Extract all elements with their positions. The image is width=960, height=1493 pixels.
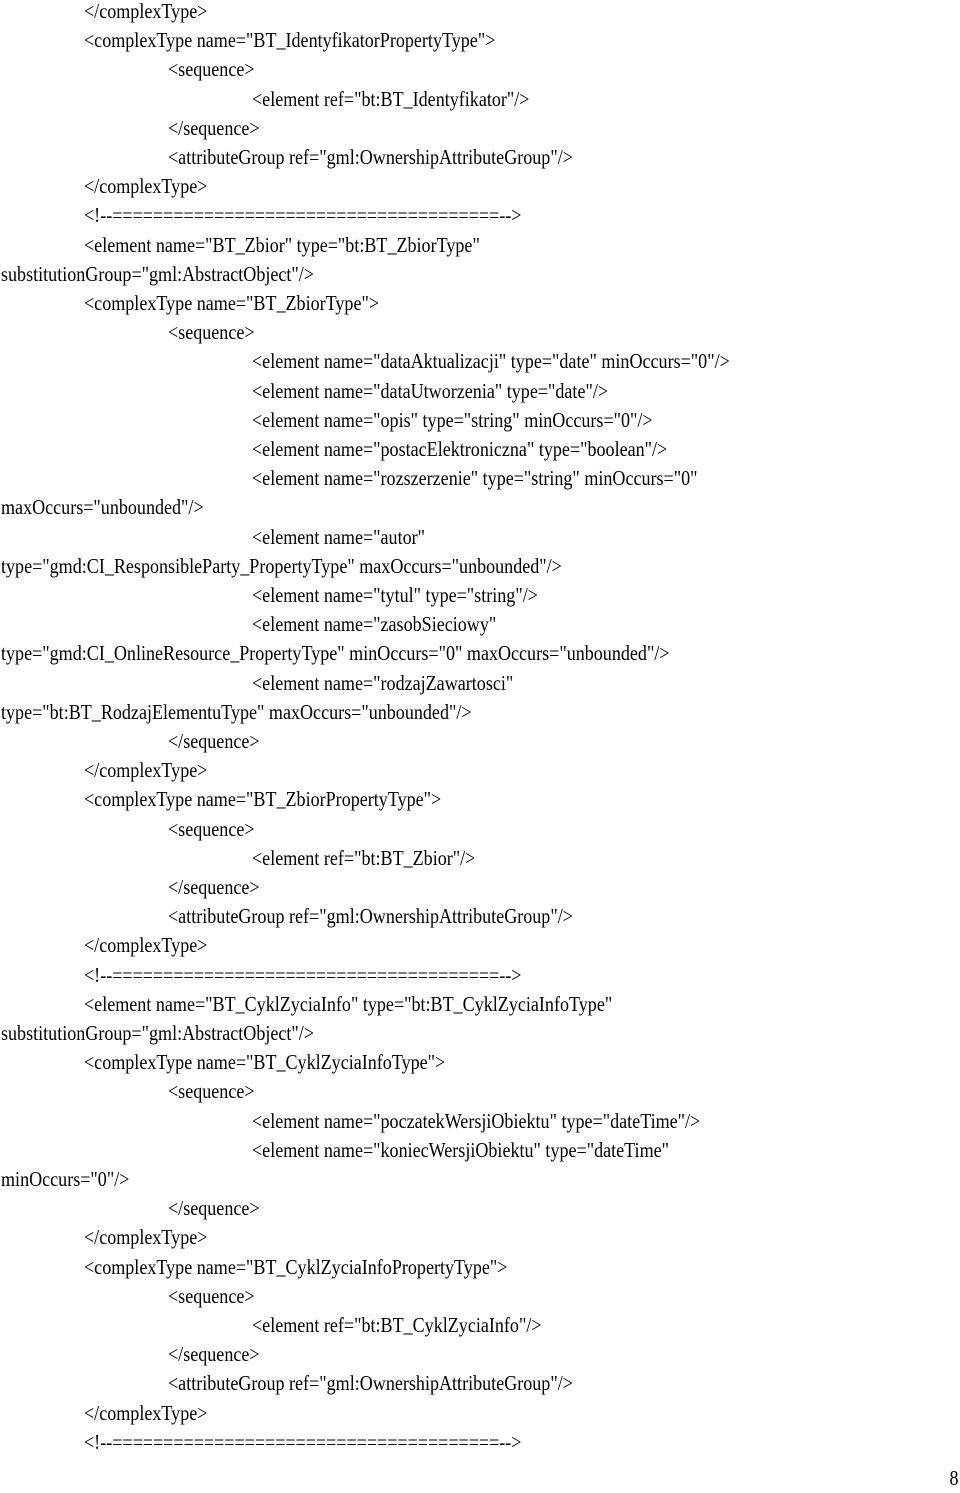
code-line: <sequence> <box>168 1079 255 1104</box>
code-line: type="gmd:CI_OnlineResource_PropertyType… <box>1 641 670 666</box>
code-line: type="bt:BT_RodzajElementuType" maxOccur… <box>1 699 472 724</box>
code-line: </complexType> <box>84 1225 208 1250</box>
code-line: <element name="BT_Zbior" type="bt:BT_Zbi… <box>84 232 480 257</box>
code-line: <element name="poczatekWersjiObiektu" ty… <box>252 1108 701 1133</box>
code-line: type="gmd:CI_ResponsibleParty_PropertyTy… <box>1 553 562 578</box>
code-line: </complexType> <box>84 0 208 23</box>
code-line: <complexType name="BT_ZbiorPropertyType"… <box>84 787 442 812</box>
code-line: <element name="tytul" type="string"/> <box>252 583 538 607</box>
code-line: <sequence> <box>168 320 255 345</box>
code-line: <element name="zasobSieciowy" <box>252 612 497 637</box>
code-line: maxOccurs="unbounded"/> <box>1 495 204 520</box>
code-line: </complexType> <box>84 1400 208 1425</box>
code-line: <element name="dataUtworzenia" type="dat… <box>252 378 609 403</box>
code-line: </sequence> <box>168 875 260 899</box>
code-line: <sequence> <box>168 816 255 841</box>
code-line: </sequence> <box>168 729 260 753</box>
code-line: <element name="koniecWersjiObiektu" type… <box>252 1137 670 1162</box>
code-line: <attributeGroup ref="gml:OwnershipAttrib… <box>168 1371 573 1396</box>
code-line: minOccurs="0"/> <box>1 1167 130 1191</box>
code-line: </sequence> <box>168 1196 260 1221</box>
code-line: </complexType> <box>84 758 208 783</box>
code-line: <!--====================================… <box>84 1429 522 1454</box>
code-line: <element ref="bt:BT_CyklZyciaInfo"/> <box>252 1313 542 1337</box>
code-line: <element name="BT_CyklZyciaInfo" type="b… <box>84 991 613 1016</box>
code-line: <!--====================================… <box>84 962 522 987</box>
code-line: <element ref="bt:BT_Zbior"/> <box>252 845 476 870</box>
code-line: <sequence> <box>168 57 255 82</box>
code-line: <attributeGroup ref="gml:OwnershipAttrib… <box>168 904 573 929</box>
code-line: substitutionGroup="gml:AbstractObject"/> <box>1 261 315 286</box>
code-line: </complexType> <box>84 933 208 958</box>
code-line: <element name="autor" <box>252 524 426 549</box>
code-line: <element name="dataAktualizacji" type="d… <box>252 349 730 374</box>
code-line: <element ref="bt:BT_Identyfikator"/> <box>252 86 530 111</box>
code-line: <!--====================================… <box>84 203 522 228</box>
code-line: <complexType name="BT_ZbiorType"> <box>84 291 380 315</box>
code-line: </complexType> <box>84 174 208 199</box>
code-line: <element name="rozszerzenie" type="strin… <box>252 466 698 491</box>
code-line: <complexType name="BT_IdentyfikatorPrope… <box>84 28 496 53</box>
code-line: <element name="postacElektroniczna" type… <box>252 437 668 461</box>
code-line: </sequence> <box>168 115 260 140</box>
code-line: <attributeGroup ref="gml:OwnershipAttrib… <box>168 145 573 169</box>
code-line: <complexType name="BT_CyklZyciaInfoType"… <box>84 1050 446 1075</box>
code-line: <complexType name="BT_CyklZyciaInfoPrope… <box>84 1254 508 1279</box>
code-line: substitutionGroup="gml:AbstractObject"/> <box>1 1021 315 1045</box>
code-line: <element name="opis" type="string" minOc… <box>252 407 653 432</box>
code-line: <sequence> <box>168 1283 255 1308</box>
code-line: </sequence> <box>168 1342 260 1367</box>
code-line: <element name="rodzajZawartosci" <box>252 670 514 695</box>
page-number: 8 <box>948 1466 958 1490</box>
